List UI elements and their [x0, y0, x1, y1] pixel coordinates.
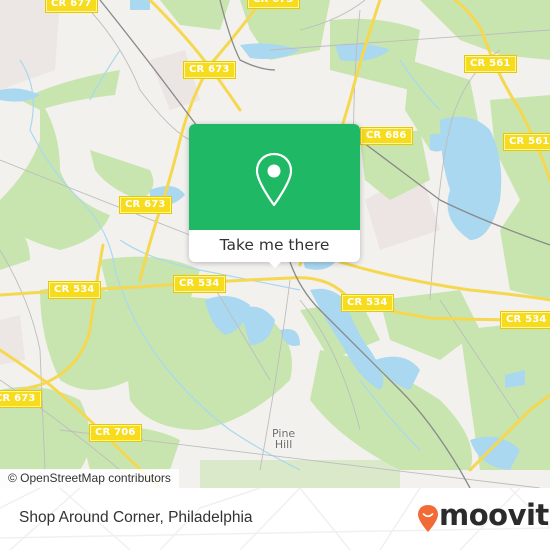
map-pin-icon	[255, 152, 293, 207]
road-label-cr534: CR 534	[174, 276, 225, 292]
road-label-cr534: CR 534	[49, 282, 100, 298]
footer-bar: Shop Around Corner, Philadelphia moovit	[0, 488, 550, 550]
road-label-cr561: CR 561	[465, 56, 516, 72]
take-me-there-button[interactable]: Take me there	[189, 230, 360, 262]
moovit-smiley-pin-icon	[418, 505, 438, 532]
road-label-cr706: CR 706	[90, 425, 141, 441]
brand-wordmark: moovit	[439, 498, 549, 532]
place-label-line: Hill	[274, 438, 293, 451]
road-label-cr686: CR 686	[361, 128, 412, 144]
place-label-pine-hill: Pine Hill	[272, 428, 295, 450]
road-label-cr673: CR 673	[184, 62, 235, 78]
popup-pointer	[267, 260, 283, 268]
place-name: Shop Around Corner, Philadelphia	[19, 509, 253, 526]
road-label-cr673: CR 673	[0, 391, 41, 407]
map-canvas[interactable]: CR 677 CR 673 CR 673 CR 561 CR 686 CR 56…	[0, 0, 550, 488]
popup-header	[189, 124, 360, 230]
road-label-cr673: CR 673	[120, 197, 171, 213]
road-label-cr677: CR 677	[46, 0, 97, 12]
road-label-cr534: CR 534	[501, 312, 550, 328]
road-label-cr561: CR 561	[504, 134, 550, 150]
urban-area	[0, 0, 60, 90]
road-label-cr673: CR 673	[248, 0, 299, 8]
location-popup[interactable]: Take me there	[189, 124, 360, 268]
road-label-cr534: CR 534	[342, 295, 393, 311]
map-attribution[interactable]: © OpenStreetMap contributors	[0, 469, 179, 488]
moovit-logo[interactable]: moovit	[417, 498, 549, 536]
